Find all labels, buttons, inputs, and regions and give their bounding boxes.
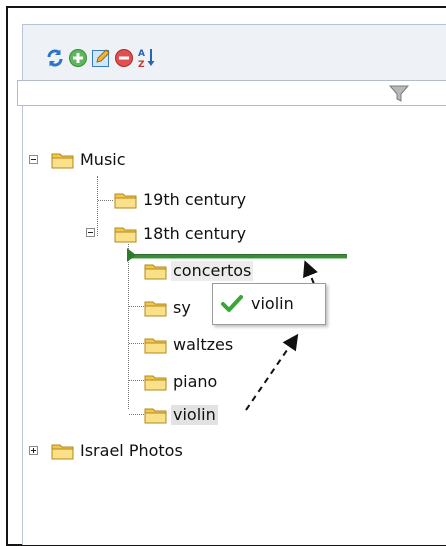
drag-proxy: violin [212,283,326,325]
folder-icon [114,227,137,243]
tree-node-19th-century[interactable]: 19th century [114,189,248,211]
tree-node-label: Music [80,150,126,169]
tree-node-violin[interactable]: violin [144,404,218,426]
delete-icon [115,49,133,67]
filter-box [17,80,446,106]
tree-line [129,343,144,344]
svg-text:Z: Z [138,60,145,69]
tree-node-music[interactable]: Music [51,149,128,171]
folder-icon [144,264,167,280]
tree-node-label: concertos [171,261,254,281]
refresh-button[interactable] [45,48,65,68]
tree-node-18th-century[interactable]: 18th century [114,223,248,245]
tree-node-label: Israel Photos [80,441,183,460]
edit-button[interactable] [91,48,111,68]
sort-az-icon: A Z [138,49,155,69]
tree-node-piano[interactable]: piano [144,371,219,393]
folder-icon [51,153,74,169]
sort-button[interactable]: A Z [137,48,157,69]
tree-node-label: sy [173,298,191,317]
tree-node-label: violin [171,405,218,425]
tree-node-sy[interactable]: sy [144,297,193,319]
collapse-music-toggle[interactable] [29,155,38,164]
filter-icon[interactable] [388,85,410,103]
folder-icon [114,193,137,209]
edit-icon [92,49,110,67]
expand-israel-photos-toggle[interactable] [29,446,38,455]
tree-line [128,244,129,409]
collapse-18th-century-toggle[interactable] [86,228,95,237]
add-icon [69,49,87,67]
tree-node-label: piano [173,372,218,391]
tree-node-label: 18th century [143,224,247,243]
refresh-icon [47,49,63,67]
tree-node-waltzes[interactable]: waltzes [144,334,235,356]
svg-text:A: A [138,49,145,59]
folder-icon [144,408,167,424]
folder-icon [144,301,167,317]
delete-button[interactable] [114,48,134,68]
check-icon [221,295,243,312]
tree-node-label: waltzes [173,335,234,354]
tree-node-israel-photos[interactable]: Israel Photos [51,440,185,462]
folder-icon [144,338,167,354]
tree-line [129,380,144,381]
tree-line [97,176,98,236]
tree-node-label: 19th century [143,190,247,209]
filter-input[interactable] [18,81,396,105]
tree-line [129,414,144,415]
tree-node-concertos[interactable]: concertos [144,260,254,282]
tree-line [98,200,113,201]
folder-icon [51,444,74,460]
drag-proxy-label: violin [251,294,294,313]
drop-arrow-icon [127,248,136,262]
folder-icon [144,375,167,391]
tree-line [129,306,144,307]
drop-position-indicator [127,254,347,259]
add-button[interactable] [68,48,88,68]
